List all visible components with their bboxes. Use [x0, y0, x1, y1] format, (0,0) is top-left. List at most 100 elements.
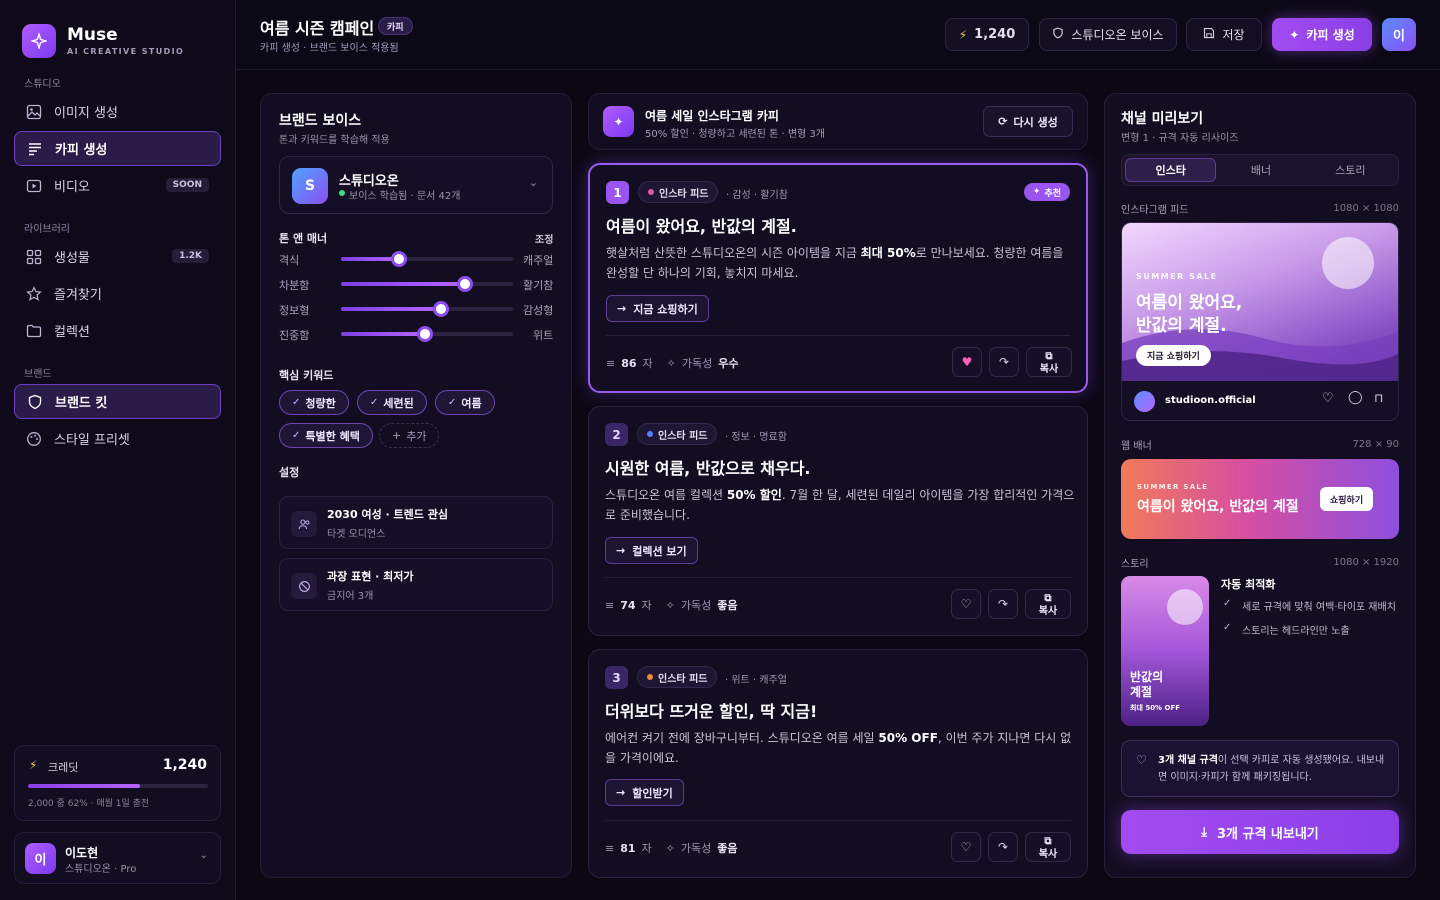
user-avatar[interactable]: 이 [1382, 18, 1416, 51]
generate-copy-button[interactable]: ✦ 카피 생성 [1272, 18, 1372, 51]
tone-slider-formality[interactable] [341, 251, 513, 267]
cta-button[interactable]: → 지금 쇼핑하기 [606, 295, 709, 322]
keyword-chip[interactable]: ✓ 여름 [435, 390, 495, 415]
copy-meta: ≡ 81 자 ✧ 가독성 좋음 [605, 840, 738, 856]
channel-badge: 인스타 피드 [637, 423, 718, 445]
setting-audience[interactable]: 2030 여성 · 트렌드 관심 타겟 오디언스 [279, 496, 553, 549]
keyword-chip[interactable]: ✓ 특별한 혜택 [279, 423, 373, 448]
cta-button[interactable]: → 할인받기 [605, 779, 684, 806]
insta-preview-card[interactable]: SUMMER SALE 여름이 왔어요, 반값의 계절. 지금 쇼핑하기 stu… [1121, 222, 1399, 421]
copy-card-1[interactable]: 1 인스타 피드 · 감성 · 활기참 ✦ 추천 여름이 왔어요, 반값의 계절.… [588, 163, 1088, 393]
channel-badge: 인스타 피드 [638, 181, 719, 203]
regenerate-button[interactable]: ⟳ 다시 생성 [983, 106, 1073, 137]
brand-selector[interactable]: S 스튜디오온 보이스 학습됨 · 문서 42개 ⌄ [279, 156, 553, 214]
sidebar-item-video[interactable]: 비디오 SOON [14, 168, 221, 203]
copy-body-text: 스튜디오온 여름 컬렉션 [605, 488, 727, 502]
setting-banned-words[interactable]: 과장 표현 · 최저가 금지어 3개 [279, 558, 553, 611]
slider-knob[interactable] [432, 301, 449, 317]
heart-icon[interactable]: ♡ [951, 832, 981, 862]
arrow-right-icon: → [616, 786, 626, 799]
sidebar-item-label: 카피 생성 [55, 143, 108, 158]
brand-voice-subtitle: 톤과 키워드를 학습해 적용 [279, 135, 390, 146]
banner-headline: 여름이 왔어요, 반값의 계절 [1137, 499, 1299, 515]
sidebar-item-brand-kit[interactable]: 브랜드 킷 [14, 384, 221, 419]
arrow-right-icon: → [616, 544, 626, 557]
cta-button[interactable]: → 컬렉션 보기 [605, 537, 698, 564]
tone-slider-energy[interactable] [341, 276, 513, 292]
section-label-library: 라이브러리 [24, 224, 70, 235]
cta-label: 할인받기 [632, 786, 673, 800]
sparkle-icon: ✧ [666, 356, 676, 370]
sparkle-icon: ✧ [665, 598, 675, 612]
char-unit: 자 [641, 599, 652, 612]
sparkle-icon: ✦ [1289, 27, 1300, 42]
user-card[interactable]: 이 이도현 스튜디오온 · Pro ⌄ [14, 832, 221, 884]
sidebar-item-label: 생성물 [54, 251, 90, 266]
slider-right-label: 감성형 [523, 304, 554, 317]
add-keyword-button[interactable]: + 추가 [379, 423, 440, 448]
lightbulb-icon: ♡ [1136, 753, 1147, 767]
channel-dot [647, 674, 653, 680]
banner-preview-card[interactable]: SUMMER SALE 여름이 왔어요, 반값의 계절 쇼핑하기 [1121, 459, 1399, 539]
copy-title: 더위보다 뜨거운 할인, 딱 지금! [605, 702, 818, 721]
tab-banner[interactable]: 배너 [1216, 158, 1305, 182]
sidebar-item-favorites[interactable]: 즐겨찾기 [14, 276, 221, 311]
tone-slider-wit[interactable] [341, 326, 513, 342]
copy-button[interactable]: ⧉ 복사 [1025, 589, 1071, 619]
star-icon [26, 285, 42, 302]
heart-icon[interactable]: ♡ [1322, 391, 1334, 406]
slider-fill [341, 332, 426, 336]
tone-adjust-link[interactable]: 조정 [535, 231, 553, 246]
banner-cta: 쇼핑하기 [1320, 487, 1374, 511]
sidebar-item-collection[interactable]: 컬렉션 [14, 313, 221, 348]
channel-label: 인스타 피드 [659, 188, 709, 200]
copy-button[interactable]: ⧉ 복사 [1026, 347, 1072, 377]
sidebar-item-image[interactable]: 이미지 생성 [14, 94, 221, 129]
tone-tag: · 위트 · 캐주얼 [725, 675, 787, 686]
sidebar-item-style-preset[interactable]: 스타일 프리셋 [14, 421, 221, 456]
section-label-studio: 스튜디오 [24, 79, 61, 90]
slider-knob[interactable] [456, 276, 473, 292]
keyword-chip[interactable]: ✓ 청량한 [279, 390, 349, 415]
request-sub: 50% 할인 · 청량하고 세련된 톤 · 변형 3개 [645, 129, 825, 140]
bookmark-icon[interactable]: ⊓ [1374, 391, 1383, 405]
sidebar-item-label: 스타일 프리셋 [54, 433, 130, 448]
section-label-brand: 브랜드 [24, 369, 52, 380]
copy-card-3[interactable]: 3 인스타 피드 · 위트 · 캐주얼 더위보다 뜨거운 할인, 딱 지금! 에… [588, 649, 1088, 878]
keywords-label: 핵심 키워드 [279, 369, 334, 382]
heart-filled-icon[interactable]: ♥ [952, 347, 982, 377]
export-button[interactable]: ⤓ 3개 규격 내보내기 [1121, 810, 1399, 854]
cta-label: 지금 쇼핑하기 [633, 302, 698, 316]
keyword-chip[interactable]: ✓ 세련된 [357, 390, 427, 415]
cta-label: 컬렉션 보기 [632, 544, 687, 558]
readability-value: 우수 [718, 357, 739, 370]
voice-button[interactable]: 스튜디오온 보이스 [1039, 18, 1177, 51]
ban-icon [291, 573, 317, 599]
status-dot [339, 190, 345, 196]
bolt-icon: ⚡ [958, 27, 968, 42]
save-button[interactable]: 저장 [1186, 18, 1262, 51]
sidebar-item-generated[interactable]: 생성물 1.2K [14, 239, 221, 274]
tab-story[interactable]: 스토리 [1306, 158, 1395, 182]
credits-pill[interactable]: ⚡ 1,240 [945, 18, 1029, 51]
channel-dot [647, 431, 653, 437]
heart-icon[interactable]: ♡ [951, 589, 981, 619]
story-preview-card[interactable]: 반값의 계절 최대 50% OFF [1121, 576, 1209, 726]
count-badge: 1.2K [172, 249, 209, 263]
redo-icon[interactable]: ↷ [988, 589, 1018, 619]
tone-slider-emotion[interactable] [341, 301, 513, 317]
copy-card-2[interactable]: 2 인스타 피드 · 정보 · 명료함 시원한 여름, 반값으로 채우다. 스튜… [588, 406, 1088, 636]
sidebar-item-copy[interactable]: 카피 생성 [14, 131, 221, 166]
tab-insta[interactable]: 인스타 [1125, 158, 1217, 182]
check-icon: ✓ [292, 430, 301, 441]
keyword-label: 여름 [461, 396, 482, 410]
page-badge: 카피 [378, 17, 413, 35]
arrow-right-icon: → [617, 302, 627, 315]
soon-badge: SOON [165, 178, 209, 192]
redo-icon[interactable]: ↷ [989, 347, 1019, 377]
insta-headline-2: 반값의 계절. [1136, 316, 1227, 336]
comment-icon[interactable]: ◯ [1348, 390, 1363, 405]
copy-button[interactable]: ⧉ 복사 [1025, 832, 1071, 862]
sidebar-item-label: 즐겨찾기 [54, 288, 102, 303]
redo-icon[interactable]: ↷ [988, 832, 1018, 862]
